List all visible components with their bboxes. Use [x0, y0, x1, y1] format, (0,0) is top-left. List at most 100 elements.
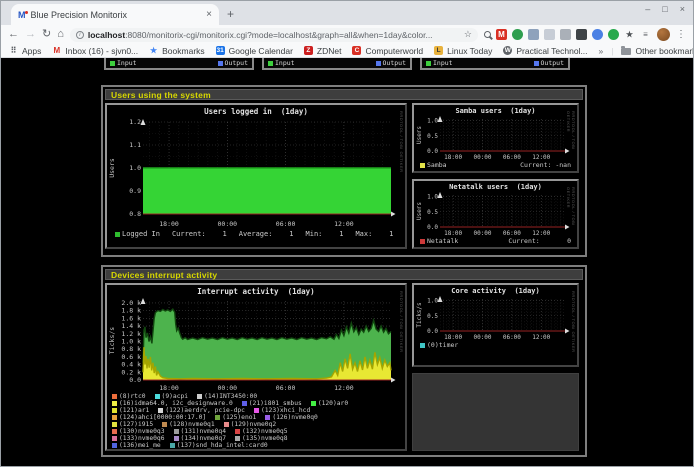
svg-text:12:00: 12:00: [532, 334, 550, 341]
legend-swatch: [265, 415, 270, 420]
bookmark-favicon-icon: C: [352, 46, 361, 55]
window-minimize-button[interactable]: –: [645, 4, 650, 14]
rrdtool-watermark: RRDTOOL / TOBI OETIKER: [566, 111, 576, 171]
legend-label: (120)ar0: [318, 400, 348, 407]
legend-swatch: [112, 408, 117, 413]
legend-label: (21)i801_smbus: [249, 400, 302, 407]
legend-label: (137)snd_hda_intel:card0: [177, 442, 268, 449]
svg-text:Users: Users: [416, 126, 423, 144]
back-button[interactable]: ←: [8, 29, 19, 40]
bookmark-item[interactable]: ★Bookmarks: [149, 46, 205, 56]
svg-text:06:00: 06:00: [276, 220, 296, 228]
copy-pages-extension-icon[interactable]: [528, 29, 539, 40]
users-logged-in-graph[interactable]: Users logged in (1day) 1.21.11.00.90.818…: [105, 103, 407, 249]
clipped-graph-box[interactable]: Input Output: [104, 58, 254, 70]
bookmark-item[interactable]: 31Google Calendar: [216, 46, 293, 56]
cast-extension-icon[interactable]: [560, 29, 571, 40]
interrupts-section: Devices interrupt activity Interrupt act…: [101, 265, 587, 457]
reload-button[interactable]: ↻: [42, 29, 51, 40]
browser-tab[interactable]: M Blue Precision Monitorix ×: [11, 4, 219, 25]
legend-label: (126)nvme0q0: [272, 414, 318, 421]
svg-text:0.0: 0.0: [427, 148, 438, 155]
forward-button[interactable]: →: [25, 29, 36, 40]
svg-text:00:00: 00:00: [218, 384, 238, 392]
bookmark-favicon-icon: ⠿: [9, 46, 18, 55]
bookmark-item[interactable]: MInbox (16) - sjvn0...: [52, 46, 138, 56]
gmail-extension-icon[interactable]: M: [496, 29, 507, 40]
svg-text:0.0: 0.0: [427, 224, 438, 231]
legend-swatch: [420, 343, 425, 348]
svg-text:12:00: 12:00: [334, 220, 354, 228]
graph-title: Netatalk users (1day): [414, 183, 577, 191]
rrdtool-watermark: RRDTOOL / TOBI OETIKER: [566, 187, 576, 247]
legend-swatch: [112, 415, 117, 420]
legend-swatch: [112, 429, 117, 434]
bookmark-favicon-icon: ★: [149, 46, 158, 55]
bookmark-favicon-icon: L: [434, 46, 443, 55]
output-legend-swatch: [376, 61, 381, 66]
netatalk-graph-legend: NetatalkCurrent: 0: [414, 237, 577, 245]
globe-extension-icon[interactable]: [512, 29, 523, 40]
other-bookmarks-button[interactable]: Other bookmarks: [621, 46, 693, 56]
pin-extension-icon[interactable]: ★: [624, 29, 635, 40]
page-info-icon[interactable]: i: [76, 31, 84, 39]
core-graph-legend: (0)timer: [414, 341, 577, 349]
legend-label: (132)nvme0q5: [242, 428, 288, 435]
green-dot-extension-icon[interactable]: [608, 29, 619, 40]
svg-text:12:00: 12:00: [532, 154, 550, 161]
input-legend-swatch: [268, 61, 273, 66]
search-extension-icon[interactable]: [484, 31, 491, 38]
address-bar[interactable]: i localhost:8080/monitorix-cgi/monitorix…: [70, 28, 478, 42]
url-text[interactable]: localhost:8080/monitorix-cgi/monitorix.c…: [88, 30, 460, 40]
rrdtool-watermark: RRDTOOL / TOBI OETIKER: [399, 111, 404, 173]
clipped-graph-box[interactable]: Input Output: [262, 58, 412, 70]
dark-app-extension-icon[interactable]: [576, 29, 587, 40]
legend-swatch: [174, 429, 179, 434]
bookmark-item[interactable]: LLinux Today: [434, 46, 492, 56]
rrdtool-watermark: RRDTOOL / TOBI OETIKER: [399, 291, 404, 353]
legend-label: (0)timer: [427, 341, 458, 349]
window-close-button[interactable]: ×: [680, 4, 685, 14]
legend-label: (8)rtc0: [119, 393, 146, 400]
home-button[interactable]: ⌂: [57, 29, 64, 40]
bookmark-item[interactable]: ZZDNet: [304, 46, 342, 56]
bookmark-favicon-icon: W: [503, 46, 512, 55]
interrupts-section-header: Devices interrupt activity: [105, 269, 583, 280]
legend-swatch: [112, 401, 117, 406]
new-tab-button[interactable]: +: [227, 7, 234, 21]
bookmarks-overflow-icon[interactable]: »: [599, 46, 604, 56]
bookmark-item[interactable]: WPractical Technol...: [503, 46, 587, 56]
core-activity-graph[interactable]: Core activity (1day) 1.00.50.018:0000:00…: [412, 283, 579, 367]
bookmark-star-icon[interactable]: ☆: [464, 29, 472, 40]
svg-text:0.8: 0.8: [129, 210, 141, 218]
netatalk-users-graph[interactable]: Netatalk users (1day) 1.00.50.018:0000:0…: [412, 179, 579, 249]
interrupt-activity-graph[interactable]: Interrupt activity (1day) 2.0 k1.8 k1.6 …: [105, 283, 407, 451]
bookmark-item[interactable]: CComputerworld: [352, 46, 423, 56]
legend-label: (131)nvme0q4: [181, 428, 227, 435]
svg-text:06:00: 06:00: [503, 230, 521, 237]
svg-text:18:00: 18:00: [159, 384, 179, 392]
window-maximize-button[interactable]: □: [662, 4, 667, 14]
legend-label: (125)eno1: [222, 414, 256, 421]
blue-dot-extension-icon[interactable]: [592, 29, 603, 40]
legend-label: (124)ahci[0000:00:17.0]: [119, 414, 206, 421]
svg-text:12:00: 12:00: [334, 384, 354, 392]
bookmark-item[interactable]: ⠿Apps: [9, 46, 41, 56]
page-extension-icon[interactable]: [544, 29, 555, 40]
bookmark-favicon-icon: 31: [216, 46, 225, 55]
svg-text:1.0: 1.0: [129, 164, 141, 172]
svg-text:0.0: 0.0: [427, 328, 438, 335]
samba-users-graph[interactable]: Samba users (1day) 1.00.50.018:0000:0006…: [412, 103, 579, 173]
clipped-graph-box[interactable]: Input Output: [420, 58, 570, 70]
tab-close-icon[interactable]: ×: [206, 9, 212, 20]
svg-text:18:00: 18:00: [444, 154, 462, 161]
legend-label: (134)nvme0q7: [181, 435, 227, 442]
interrupt-graph-legend: (8)rtc0(9)acpi(14)INT3450:00(16)idma64.0…: [107, 393, 405, 449]
profile-avatar[interactable]: [657, 28, 670, 41]
browser-menu-icon[interactable]: ⋮: [676, 29, 686, 40]
svg-text:Ticks/s: Ticks/s: [416, 302, 423, 328]
legend-swatch: [112, 443, 117, 448]
playlist-extension-icon[interactable]: ≡: [640, 29, 651, 40]
legend-swatch: [115, 232, 120, 237]
legend-label: (128)nvme0q1: [169, 421, 215, 428]
